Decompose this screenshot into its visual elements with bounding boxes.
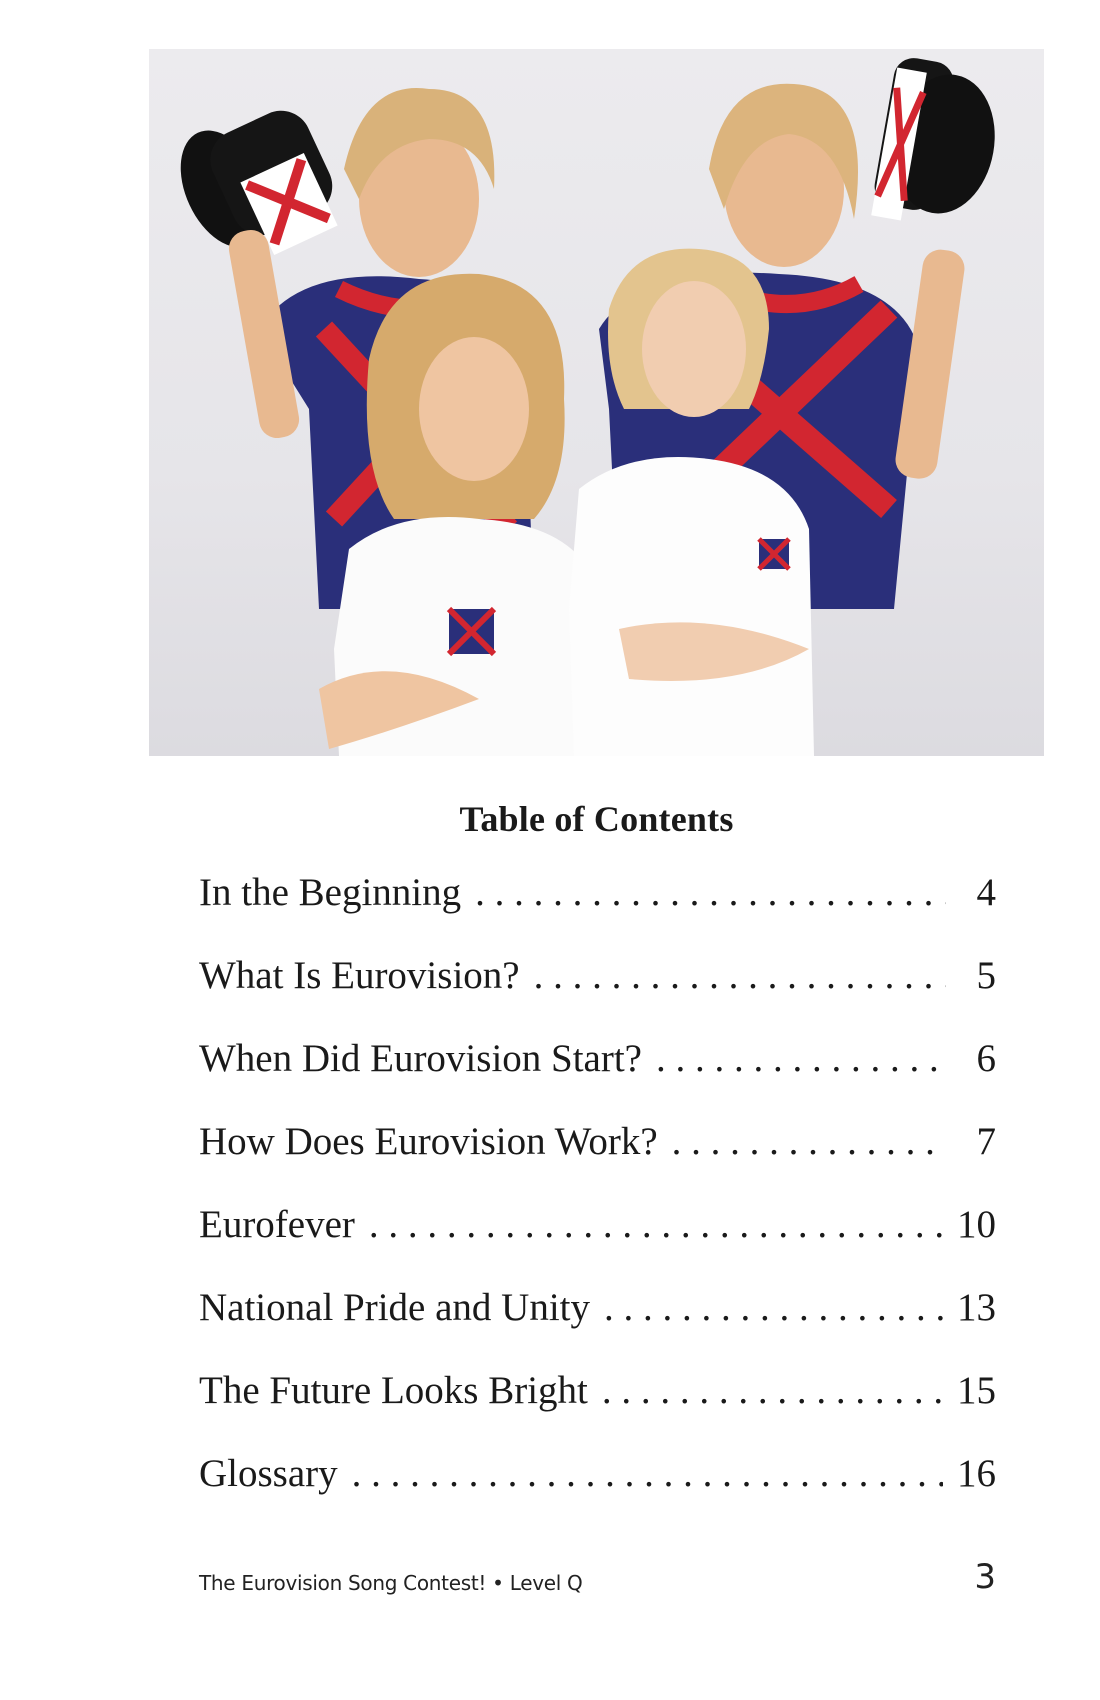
dot-leader xyxy=(475,870,946,915)
dot-leader xyxy=(352,1451,943,1496)
dot-leader xyxy=(672,1119,946,1164)
dot-leader xyxy=(534,953,946,998)
group-photo-illustration xyxy=(180,58,995,756)
toc-entry[interactable]: National Pride and Unity 13 xyxy=(199,1285,996,1368)
toc-entry-label: National Pride and Unity xyxy=(199,1286,591,1329)
dot-leader xyxy=(369,1202,943,1247)
page-number: 3 xyxy=(974,1557,996,1597)
toc-entry[interactable]: When Did Eurovision Start? 6 xyxy=(199,1036,996,1119)
toc-entry-page: 10 xyxy=(957,1203,996,1246)
toc-entry-label: Glossary xyxy=(199,1452,338,1495)
dot-leader xyxy=(602,1368,943,1413)
toc-entry-page: 15 xyxy=(957,1369,996,1412)
toc-entry-label: The Future Looks Bright xyxy=(199,1369,588,1412)
toc-entry-page: 6 xyxy=(976,1037,997,1080)
toc-heading: Table of Contents xyxy=(459,799,734,839)
toc-entry[interactable]: What Is Eurovision? 5 xyxy=(199,953,996,1036)
toc-entry-label: What Is Eurovision? xyxy=(199,954,520,997)
toc-entry-page: 4 xyxy=(976,871,997,914)
toc-entry-page: 5 xyxy=(976,954,997,997)
toc-entry-label: How Does Eurovision Work? xyxy=(199,1120,658,1163)
toc-entry-label: When Did Eurovision Start? xyxy=(199,1037,642,1080)
cover-photo xyxy=(149,49,1044,756)
dot-leader xyxy=(604,1285,943,1330)
table-of-contents: In the Beginning 4 What Is Eurovision? 5… xyxy=(199,870,996,1534)
toc-entry[interactable]: Glossary 16 xyxy=(199,1451,996,1534)
toc-entry[interactable]: How Does Eurovision Work? 7 xyxy=(199,1119,996,1202)
toc-entry[interactable]: Eurofever 10 xyxy=(199,1202,996,1285)
toc-entry-label: Eurofever xyxy=(199,1203,355,1246)
toc-entry[interactable]: In the Beginning 4 xyxy=(199,870,996,953)
toc-entry-page: 13 xyxy=(957,1286,996,1329)
toc-entry-label: In the Beginning xyxy=(199,871,462,914)
dot-leader xyxy=(656,1036,946,1081)
toc-entry-page: 16 xyxy=(957,1452,996,1495)
footer-book-title: The Eurovision Song Contest! • Level Q xyxy=(199,1571,583,1595)
toc-entry[interactable]: The Future Looks Bright 15 xyxy=(199,1368,996,1451)
top-hat-right xyxy=(871,58,995,221)
toc-entry-page: 7 xyxy=(976,1120,997,1163)
